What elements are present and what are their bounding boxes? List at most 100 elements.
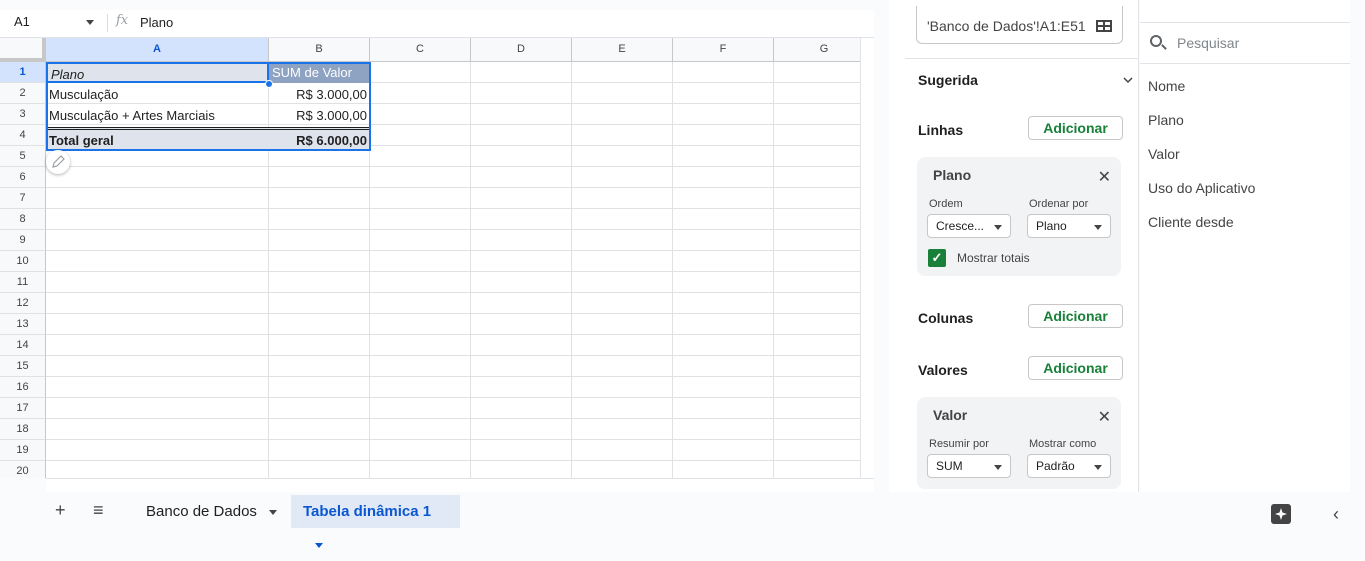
row-gridline: [46, 166, 860, 167]
summarize-by-select[interactable]: SUM: [927, 454, 1011, 478]
row-gridline: [46, 187, 860, 188]
chevron-down-icon[interactable]: [1122, 76, 1134, 84]
order-select-value: Cresce...: [936, 219, 985, 233]
pivot-editor-panel: 'Banco de Dados'!A1:E51 Sugerida Linhas …: [889, 0, 1139, 492]
spreadsheet-grid[interactable]: A B C D E F G 1 2 3 4 5 6 7 8 9 10 11 12 13 14 15 16 17 1…: [0, 38, 860, 478]
sheet-tab-tabela-dinamica[interactable]: Tabela dinâmica 1: [291, 495, 460, 548]
field-item-valor[interactable]: Valor: [1148, 146, 1180, 162]
pivot-row-label[interactable]: Musculação: [46, 84, 269, 105]
pencil-icon: [52, 155, 65, 168]
order-select[interactable]: Cresce...: [927, 214, 1011, 238]
data-range-value: 'Banco de Dados'!A1:E51: [927, 18, 1086, 34]
row-header[interactable]: 12: [0, 293, 46, 314]
field-search[interactable]: Pesquisar: [1140, 22, 1350, 64]
edit-pivot-button[interactable]: [46, 150, 70, 174]
show-totals-checkbox[interactable]: ✓: [928, 249, 946, 267]
suggested-section[interactable]: Sugerida: [918, 72, 978, 88]
row-header[interactable]: 18: [0, 419, 46, 440]
column-gridline: [773, 62, 774, 478]
sheet-tab-bar: + ≡ Banco de Dados Tabela dinâmica 1 ‹: [0, 492, 1365, 548]
pivot-row-value[interactable]: R$ 3.000,00: [269, 84, 370, 105]
add-value-button[interactable]: Adicionar: [1028, 356, 1123, 380]
pivot-header-plano[interactable]: Plano: [46, 62, 269, 83]
row-header[interactable]: 19: [0, 440, 46, 461]
column-header-g[interactable]: G: [774, 38, 860, 62]
close-icon[interactable]: ✕: [1098, 167, 1111, 187]
formula-input[interactable]: Plano: [140, 15, 173, 30]
show-totals-label: Mostrar totais: [957, 251, 1030, 265]
chevron-down-icon: [315, 542, 323, 548]
row-header[interactable]: 3: [0, 104, 46, 125]
row-field-card: Plano ✕ Ordem Ordenar por Cresce... Plan…: [917, 157, 1121, 276]
name-box[interactable]: A1: [6, 12, 100, 34]
sheet-tab-banco-de-dados[interactable]: Banco de Dados: [134, 495, 289, 528]
row-gridline: [46, 313, 860, 314]
close-icon[interactable]: ✕: [1098, 407, 1111, 427]
add-row-button[interactable]: Adicionar: [1028, 116, 1123, 140]
row-header[interactable]: 20: [0, 461, 46, 478]
field-item-cliente-desde[interactable]: Cliente desde: [1148, 214, 1234, 230]
sheet-tab-label: Tabela dinâmica 1: [303, 503, 432, 520]
search-placeholder: Pesquisar: [1177, 35, 1240, 51]
row-header[interactable]: 9: [0, 230, 46, 251]
rows-section-title: Linhas: [918, 122, 964, 138]
vertical-scrollbar[interactable]: [860, 38, 874, 478]
row-header[interactable]: 15: [0, 356, 46, 377]
data-range-field[interactable]: 'Banco de Dados'!A1:E51: [916, 6, 1123, 44]
row-header[interactable]: 5: [0, 146, 46, 167]
show-as-select[interactable]: Padrão: [1027, 454, 1111, 478]
field-item-plano[interactable]: Plano: [1148, 112, 1184, 128]
pivot-header-sum[interactable]: SUM de Valor: [269, 62, 370, 83]
row-gridline: [46, 292, 860, 293]
pivot-row-label[interactable]: Musculação + Artes Marciais: [46, 105, 269, 126]
row-header[interactable]: 8: [0, 209, 46, 230]
formula-bar: A1 fx Plano: [0, 0, 874, 38]
right-rail: [1350, 0, 1365, 492]
column-header-d[interactable]: D: [471, 38, 572, 62]
row-header[interactable]: 2: [0, 83, 46, 104]
pivot-total-label[interactable]: Total geral: [46, 127, 269, 150]
values-section-title: Valores: [918, 362, 968, 378]
row-field-title: Plano: [933, 167, 972, 183]
row-gridline: [46, 229, 860, 230]
explore-button[interactable]: [1271, 504, 1291, 524]
row-header[interactable]: 13: [0, 314, 46, 335]
row-header[interactable]: 16: [0, 377, 46, 398]
chevron-down-icon: [994, 465, 1002, 470]
summarize-by-label: Resumir por: [929, 438, 989, 450]
add-sheet-button[interactable]: +: [55, 500, 66, 521]
row-header[interactable]: 7: [0, 188, 46, 209]
row-header[interactable]: 14: [0, 335, 46, 356]
pivot-total-value[interactable]: R$ 6.000,00: [269, 127, 370, 150]
row-header[interactable]: 4: [0, 125, 46, 146]
select-range-icon[interactable]: [1096, 20, 1112, 32]
value-field-title: Valor: [933, 407, 968, 423]
column-header-b[interactable]: B: [269, 38, 370, 62]
column-header-a[interactable]: A: [46, 38, 269, 62]
select-all-corner[interactable]: [0, 38, 46, 62]
horizontal-scrollbar[interactable]: [46, 478, 874, 492]
divider: [107, 14, 108, 32]
row-header[interactable]: 11: [0, 272, 46, 293]
sort-by-label: Ordenar por: [1029, 198, 1089, 210]
field-item-nome[interactable]: Nome: [1148, 78, 1185, 94]
column-header-e[interactable]: E: [572, 38, 673, 62]
row-header[interactable]: 17: [0, 398, 46, 419]
column-header-c[interactable]: C: [370, 38, 471, 62]
add-column-button[interactable]: Adicionar: [1028, 304, 1123, 328]
chevron-down-icon: [1094, 225, 1102, 230]
field-list-panel: Pesquisar Nome Plano Valor Uso do Aplica…: [1140, 0, 1350, 492]
collapse-panel-icon[interactable]: ‹: [1333, 504, 1339, 525]
field-item-uso-do-aplicativo[interactable]: Uso do Aplicativo: [1148, 180, 1255, 196]
pivot-row-value[interactable]: R$ 3.000,00: [269, 105, 370, 126]
row-header[interactable]: 6: [0, 167, 46, 188]
chevron-down-icon: [994, 225, 1002, 230]
row-header[interactable]: 1: [0, 62, 46, 83]
all-sheets-button[interactable]: ≡: [93, 500, 104, 521]
column-header-f[interactable]: F: [673, 38, 774, 62]
sort-by-select[interactable]: Plano: [1027, 214, 1111, 238]
chevron-down-icon: [268, 509, 277, 515]
row-gridline: [46, 208, 860, 209]
divider: [905, 58, 1139, 59]
row-header[interactable]: 10: [0, 251, 46, 272]
